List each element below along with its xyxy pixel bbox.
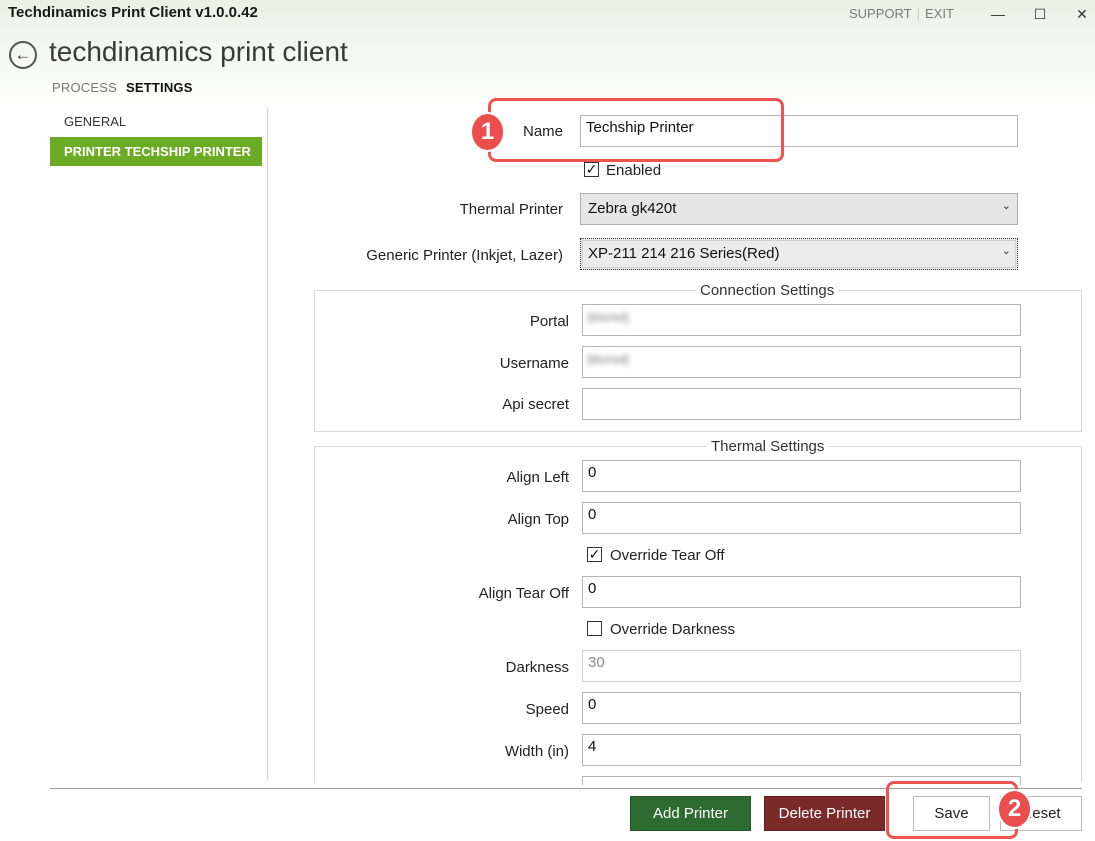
tab-settings[interactable]: SETTINGS (126, 80, 193, 95)
thermal-printer-value: Zebra gk420t (588, 200, 677, 217)
thermal-settings-group (314, 446, 1082, 782)
speed-value: 0 (588, 696, 597, 713)
username-value: [blurred] (588, 354, 629, 366)
width-label: Width (in) (504, 743, 569, 760)
generic-printer-value: XP-211 214 216 Series(Red) (588, 245, 780, 262)
override-darkness-label: Override Darkness (610, 621, 736, 638)
add-printer-button[interactable]: Add Printer (630, 796, 751, 831)
generic-printer-select[interactable]: XP-211 214 216 Series(Red) ⌄ (580, 238, 1018, 270)
width-value: 4 (588, 738, 597, 755)
nav-item-general[interactable]: GENERAL (64, 114, 126, 129)
chevron-down-icon: ⌄ (1001, 245, 1011, 257)
username-input[interactable]: [blurred] (582, 346, 1021, 378)
thermal-settings-title: Thermal Settings (707, 438, 829, 455)
generic-printer-label: Generic Printer (Inkjet, Lazer) (366, 247, 563, 264)
portal-label: Portal (529, 313, 569, 330)
darkness-input: 30 (582, 650, 1021, 682)
align-top-input[interactable]: 0 (582, 502, 1021, 534)
tab-process[interactable]: PROCESS (52, 80, 117, 95)
api-secret-label: Api secret (502, 396, 569, 413)
minimize-icon[interactable]: — (978, 0, 1018, 28)
speed-label: Speed (525, 701, 569, 718)
portal-value: [blurred] (588, 312, 629, 324)
override-tear-off-label: Override Tear Off (610, 547, 725, 564)
vertical-divider (267, 108, 268, 780)
align-tear-off-value: 0 (588, 580, 597, 597)
highlight-box-name (488, 98, 784, 162)
align-top-value: 0 (588, 506, 597, 523)
speed-input[interactable]: 0 (582, 692, 1021, 724)
enabled-checkbox[interactable]: ✓ (584, 162, 599, 177)
app-title: Techdinamics Print Client v1.0.0.42 (8, 4, 258, 21)
nav-item-printer[interactable]: PRINTER TECHSHIP PRINTER (50, 137, 262, 166)
align-left-label: Align Left (506, 469, 569, 486)
align-left-input[interactable]: 0 (582, 460, 1021, 492)
override-tear-off-checkbox[interactable]: ✓ (587, 547, 602, 562)
page-title: techdinamics print client (49, 36, 348, 67)
support-link[interactable]: SUPPORT (849, 6, 912, 21)
username-label: Username (499, 355, 569, 372)
annotation-badge-1: 1 (470, 112, 505, 152)
close-icon[interactable]: ✕ (1062, 0, 1095, 28)
maximize-icon[interactable]: ☐ (1020, 0, 1060, 28)
align-top-label: Align Top (507, 511, 569, 528)
override-darkness-checkbox[interactable] (587, 621, 602, 636)
annotation-badge-2: 2 (997, 789, 1032, 829)
api-secret-input[interactable] (582, 388, 1021, 420)
thermal-printer-label: Thermal Printer (459, 201, 563, 218)
width-input[interactable]: 4 (582, 734, 1021, 766)
delete-printer-button[interactable]: Delete Printer (764, 796, 885, 831)
enabled-label: Enabled (606, 162, 662, 179)
darkness-value: 30 (588, 654, 605, 671)
link-separator: | (916, 6, 920, 21)
exit-link[interactable]: EXIT (925, 6, 954, 21)
portal-input[interactable]: [blurred] (582, 304, 1021, 336)
align-tear-off-label: Align Tear Off (478, 585, 569, 602)
back-arrow-icon[interactable]: ← (9, 41, 37, 69)
align-tear-off-input[interactable]: 0 (582, 576, 1021, 608)
darkness-label: Darkness (505, 659, 569, 676)
align-left-value: 0 (588, 464, 597, 481)
top-links: SUPPORT | EXIT (849, 6, 954, 21)
thermal-printer-select[interactable]: Zebra gk420t ⌄ (580, 193, 1018, 225)
chevron-down-icon: ⌄ (1001, 200, 1011, 212)
connection-settings-title: Connection Settings (696, 282, 839, 299)
